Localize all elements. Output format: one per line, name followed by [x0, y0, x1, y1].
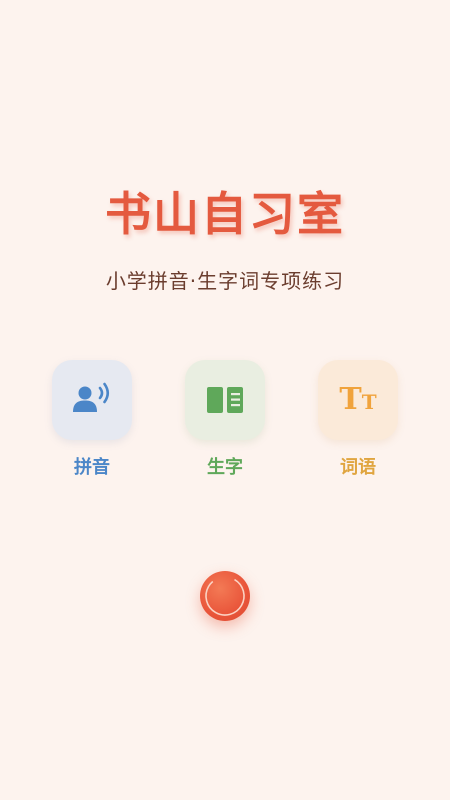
menu-item-pinyin[interactable]: 拼音 — [52, 360, 132, 480]
ring-icon — [205, 576, 245, 616]
menu-item-shengzi-label: 生字 — [207, 457, 243, 478]
text-size-icon: TT — [339, 382, 377, 417]
menu-item-ciyu-label: 词语 — [340, 457, 376, 478]
speaking-person-icon — [73, 382, 110, 412]
menu-item-shengzi[interactable]: 生字 — [185, 360, 265, 480]
practice-menu: 拼音 生字 TT 词语 — [0, 360, 450, 490]
menu-item-pinyin-label: 拼音 — [74, 457, 110, 478]
shengzi-tile[interactable] — [185, 360, 265, 440]
record-button[interactable] — [200, 571, 250, 621]
ciyu-tile[interactable]: TT — [318, 360, 398, 440]
pinyin-tile[interactable] — [52, 360, 132, 440]
app-subtitle: 小学拼音·生字词专项练习 — [105, 269, 345, 293]
app-title: 书山自习室 — [105, 187, 345, 241]
open-book-icon — [207, 387, 243, 413]
menu-item-ciyu[interactable]: TT 词语 — [318, 360, 398, 480]
